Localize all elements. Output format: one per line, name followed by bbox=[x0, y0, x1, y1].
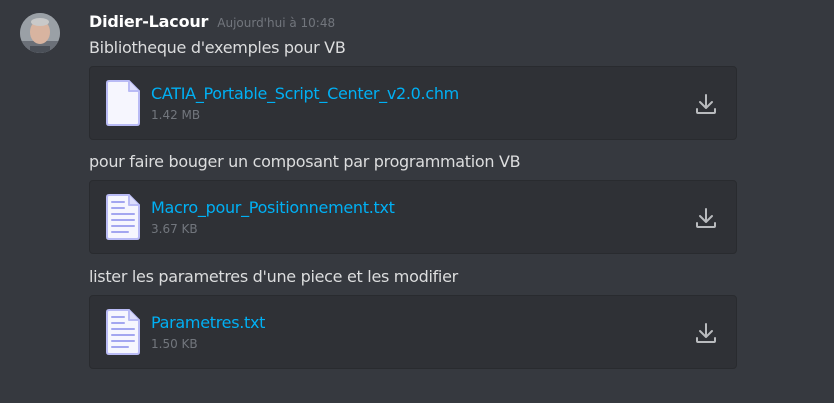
file-attachment: Macro_pour_Positionnement.txt 3.67 KB bbox=[89, 180, 737, 254]
avatar[interactable] bbox=[20, 13, 60, 53]
text-file-icon bbox=[106, 194, 140, 240]
message-text: pour faire bouger un composant par progr… bbox=[89, 152, 521, 171]
text-file-icon bbox=[106, 309, 140, 355]
download-icon[interactable] bbox=[694, 206, 718, 230]
file-name-link[interactable]: CATIA_Portable_Script_Center_v2.0.chm bbox=[151, 84, 459, 103]
download-icon[interactable] bbox=[694, 321, 718, 345]
file-name-link[interactable]: Parametres.txt bbox=[151, 313, 265, 332]
file-size: 3.67 KB bbox=[151, 222, 198, 236]
file-name-link[interactable]: Macro_pour_Positionnement.txt bbox=[151, 198, 395, 217]
avatar-photo bbox=[20, 13, 60, 53]
timestamp: Aujourd'hui à 10:48 bbox=[217, 16, 336, 30]
message-text: Bibliotheque d'exemples pour VB bbox=[89, 38, 346, 57]
username[interactable]: Didier-Lacour bbox=[89, 12, 208, 31]
file-size: 1.42 MB bbox=[151, 108, 201, 122]
file-attachment: Parametres.txt 1.50 KB bbox=[89, 295, 737, 369]
file-size: 1.50 KB bbox=[151, 337, 198, 351]
message-text: lister les parametres d'une piece et les… bbox=[89, 267, 458, 286]
message-header: Didier-Lacour Aujourd'hui à 10:48 bbox=[89, 12, 335, 34]
chat-message-group: Didier-Lacour Aujourd'hui à 10:48 Biblio… bbox=[0, 0, 834, 403]
download-icon[interactable] bbox=[694, 92, 718, 116]
file-attachment: CATIA_Portable_Script_Center_v2.0.chm 1.… bbox=[89, 66, 737, 140]
document-icon bbox=[106, 80, 140, 126]
